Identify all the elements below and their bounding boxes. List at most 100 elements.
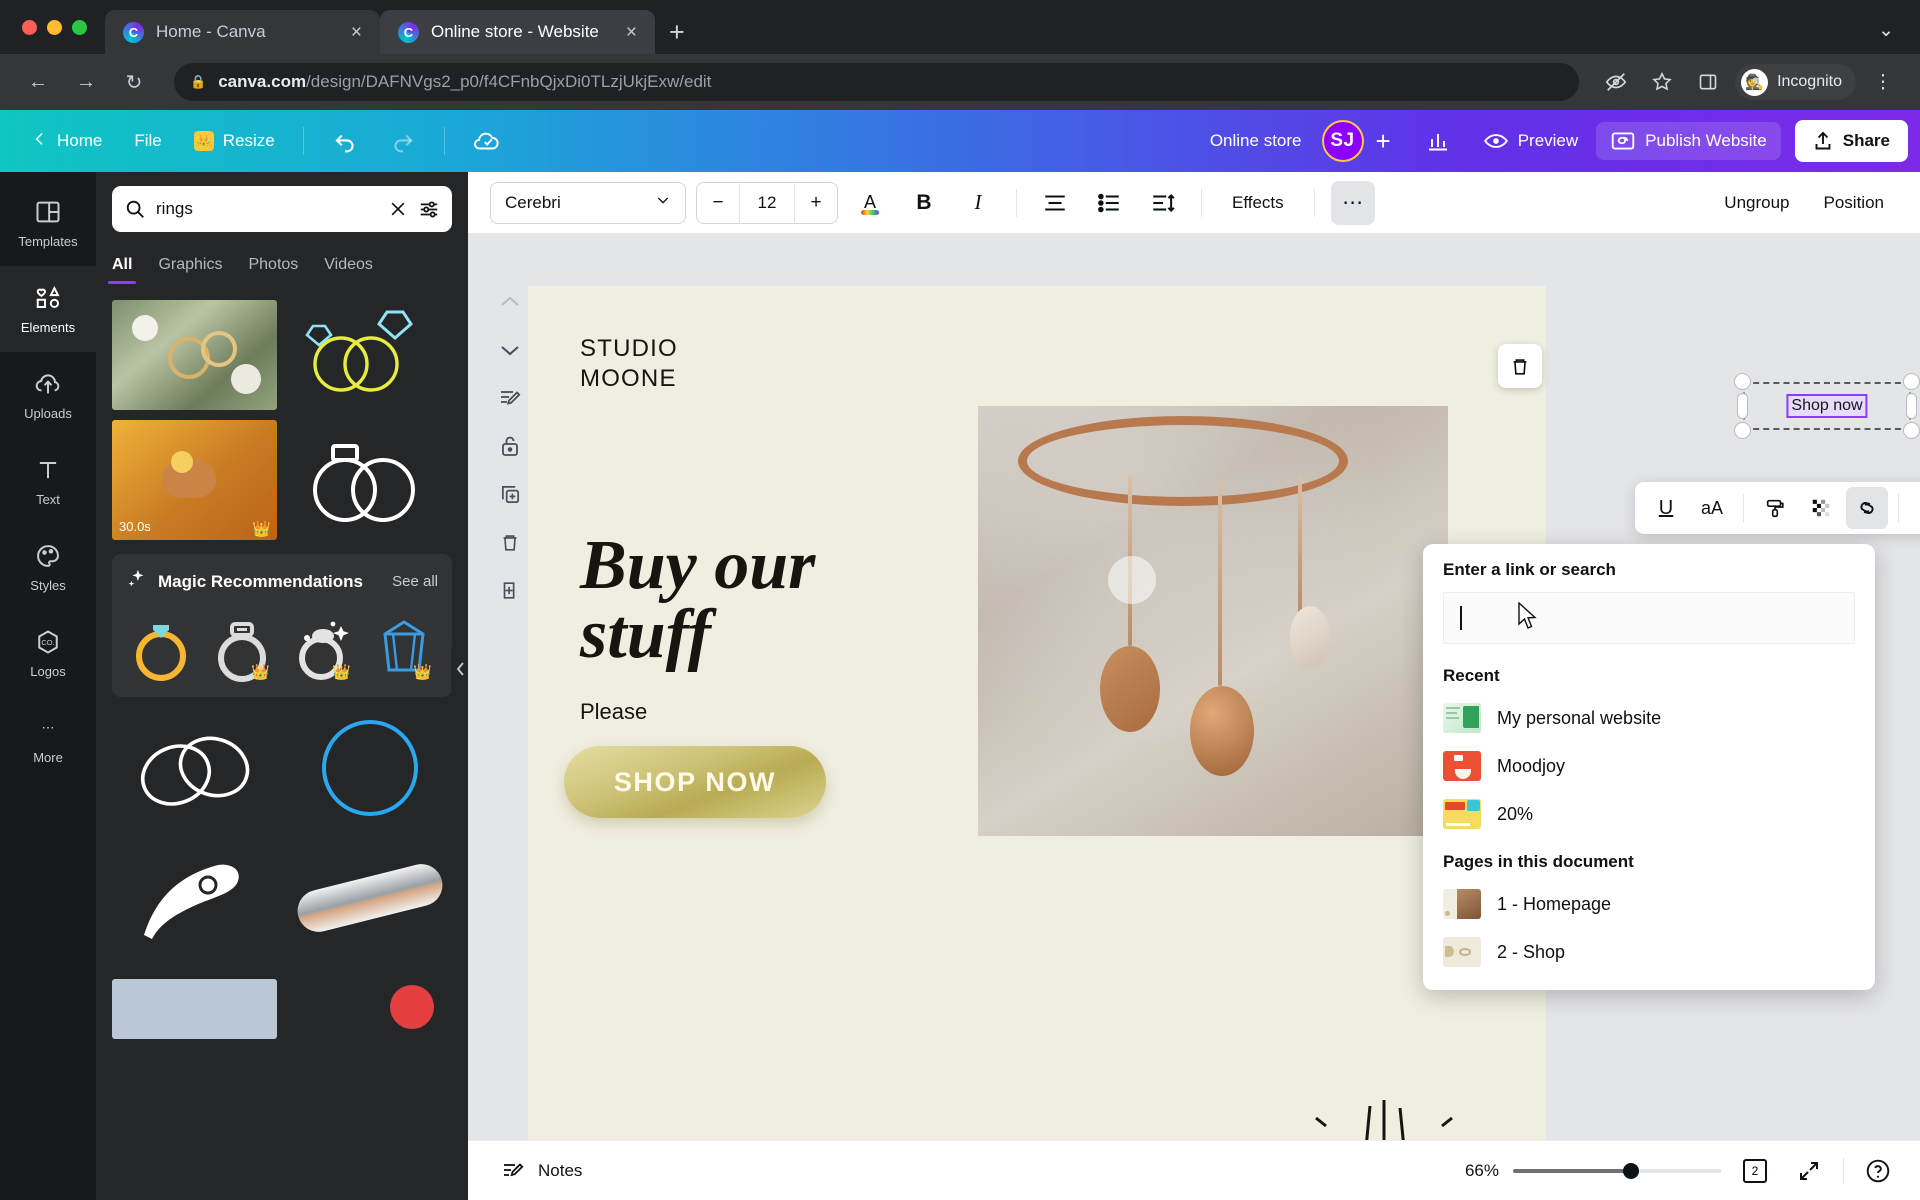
help-button[interactable] <box>1858 1151 1898 1191</box>
notes-button[interactable]: Notes <box>490 1151 592 1191</box>
maximize-window-button[interactable] <box>72 19 87 35</box>
design-page[interactable]: STUDIO MOONE Buy our stuff Please SHOP N… <box>528 286 1546 1140</box>
add-collaborator-button[interactable]: + <box>1368 128 1399 154</box>
document-title[interactable]: Online store <box>1198 123 1314 159</box>
line-spacing-button[interactable] <box>1141 181 1185 225</box>
text-color-button[interactable]: A <box>848 181 892 225</box>
result-double-ring-graphic[interactable] <box>287 420 452 540</box>
tab-graphics[interactable]: Graphics <box>158 246 222 284</box>
close-window-button[interactable] <box>22 19 37 35</box>
chevron-up-icon[interactable] <box>492 286 528 318</box>
result-interlocked-rings[interactable] <box>112 713 277 823</box>
hero-jewelry-photo[interactable] <box>978 406 1448 836</box>
zoom-slider[interactable] <box>1513 1162 1721 1179</box>
browser-tab-online-store[interactable]: C Online store - Website × <box>380 10 655 54</box>
font-size-increase-button[interactable]: + <box>795 182 837 224</box>
close-icon[interactable]: × <box>347 21 366 44</box>
insights-button[interactable] <box>1411 121 1465 161</box>
result-extra-2[interactable] <box>287 979 452 1039</box>
see-all-link[interactable]: See all <box>392 573 438 590</box>
tab-all[interactable]: All <box>107 246 138 284</box>
more-options-button[interactable]: ⋯ <box>1330 180 1375 225</box>
magic-item-blue-gem[interactable]: 👑 <box>369 611 438 683</box>
transparency-button[interactable] <box>1800 487 1842 529</box>
add-page-icon[interactable] <box>492 574 528 606</box>
resize-handle-top-left[interactable] <box>1734 373 1751 390</box>
list-item[interactable]: My personal website <box>1423 694 1875 742</box>
publish-website-button[interactable]: Publish Website <box>1596 122 1781 160</box>
result-wedding-band[interactable] <box>287 833 452 963</box>
close-icon[interactable] <box>388 199 408 219</box>
magic-item-sparkle-ring[interactable]: 👑 <box>288 611 357 683</box>
home-button[interactable]: Home <box>18 123 116 160</box>
selected-text-value[interactable]: Shop now <box>1786 394 1868 418</box>
lock-open-icon[interactable] <box>492 430 528 462</box>
kebab-menu-icon[interactable]: ⋮ <box>1864 63 1902 101</box>
collaborators[interactable]: SJ + <box>1318 116 1407 166</box>
resize-handle-right[interactable] <box>1906 393 1917 419</box>
address-bar[interactable]: 🔒 canva.com/design/DAFNVgs2_p0/f4CFnbQjx… <box>174 63 1580 101</box>
resize-button[interactable]: 👑 Resize <box>180 123 289 159</box>
letter-case-button[interactable]: aA <box>1691 487 1733 529</box>
magic-item-gold-ring-gem[interactable] <box>126 611 195 683</box>
bullet-list-button[interactable] <box>1087 181 1131 225</box>
underline-button[interactable]: U <box>1645 487 1687 529</box>
shop-now-button[interactable]: SHOP NOW <box>564 746 826 818</box>
cloud-saved-button[interactable] <box>459 120 517 162</box>
browser-tab-home-canva[interactable]: C Home - Canva × <box>105 10 380 54</box>
effects-button[interactable]: Effects <box>1218 183 1298 223</box>
undo-button[interactable] <box>318 120 372 162</box>
result-hand-ring-graphic[interactable] <box>112 833 277 963</box>
selected-element-shop-now[interactable]: Shop now <box>1734 373 1920 439</box>
filter-sliders-icon[interactable] <box>418 198 440 220</box>
list-item[interactable]: 1 - Homepage <box>1423 880 1875 928</box>
sidebar-item-more[interactable]: ⋯ More <box>0 696 96 782</box>
font-family-select[interactable]: Cerebri <box>490 181 686 224</box>
magic-item-silver-ring[interactable]: 👑 <box>207 611 276 683</box>
collapse-panel-button[interactable] <box>451 642 468 696</box>
ungroup-button[interactable]: Ungroup <box>1710 183 1803 223</box>
tab-videos[interactable]: Videos <box>324 246 373 284</box>
list-item[interactable]: Moodjoy <box>1423 742 1875 790</box>
font-size-decrease-button[interactable]: − <box>697 182 739 224</box>
eye-off-icon[interactable] <box>1597 63 1635 101</box>
bold-button[interactable]: B <box>902 181 946 225</box>
preview-button[interactable]: Preview <box>1469 122 1592 160</box>
subtext[interactable]: Please <box>580 699 647 725</box>
reload-icon[interactable]: ↻ <box>114 62 154 102</box>
font-size-stepper[interactable]: − 12 + <box>696 181 838 224</box>
notes-icon[interactable] <box>492 382 528 414</box>
search-input[interactable]: rings <box>112 186 452 232</box>
profile-incognito-button[interactable]: 🕵 Incognito <box>1735 64 1856 100</box>
list-item[interactable]: 2 - Shop <box>1423 928 1875 976</box>
share-button[interactable]: Share <box>1794 120 1908 162</box>
result-blue-circle[interactable] <box>287 713 452 823</box>
result-ring-hand-video[interactable]: 30.0s 👑 <box>112 420 277 540</box>
result-ring-blossom-photo[interactable] <box>112 300 277 410</box>
avatar[interactable]: SJ <box>1321 120 1364 162</box>
position-button[interactable]: Position <box>1810 183 1898 223</box>
close-icon[interactable]: × <box>622 21 641 44</box>
side-panel-icon[interactable] <box>1689 63 1727 101</box>
chevron-down-icon[interactable]: ⌄ <box>1878 19 1894 42</box>
link-url-input[interactable] <box>1443 592 1855 644</box>
resize-handle-bottom-left[interactable] <box>1734 422 1751 439</box>
forward-icon[interactable]: → <box>66 62 106 102</box>
fullscreen-button[interactable] <box>1789 1151 1829 1191</box>
resize-handle-top-right[interactable] <box>1903 373 1920 390</box>
delete-element-button[interactable] <box>1498 344 1542 388</box>
italic-button[interactable]: I <box>956 181 1000 225</box>
back-icon[interactable]: ← <box>18 62 58 102</box>
duplicate-icon[interactable] <box>492 478 528 510</box>
new-tab-button[interactable]: + <box>669 19 685 46</box>
lock-button[interactable] <box>1909 487 1920 529</box>
result-diamond-rings-graphic[interactable] <box>287 300 452 410</box>
sidebar-item-styles[interactable]: Styles <box>0 524 96 610</box>
tab-photos[interactable]: Photos <box>248 246 298 284</box>
result-extra-1[interactable] <box>112 979 277 1039</box>
sidebar-item-text[interactable]: Text <box>0 438 96 524</box>
sidebar-item-logos[interactable]: CO. Logos <box>0 610 96 696</box>
trash-icon[interactable] <box>492 526 528 558</box>
copy-style-button[interactable] <box>1754 487 1796 529</box>
sidebar-item-templates[interactable]: Templates <box>0 180 96 266</box>
